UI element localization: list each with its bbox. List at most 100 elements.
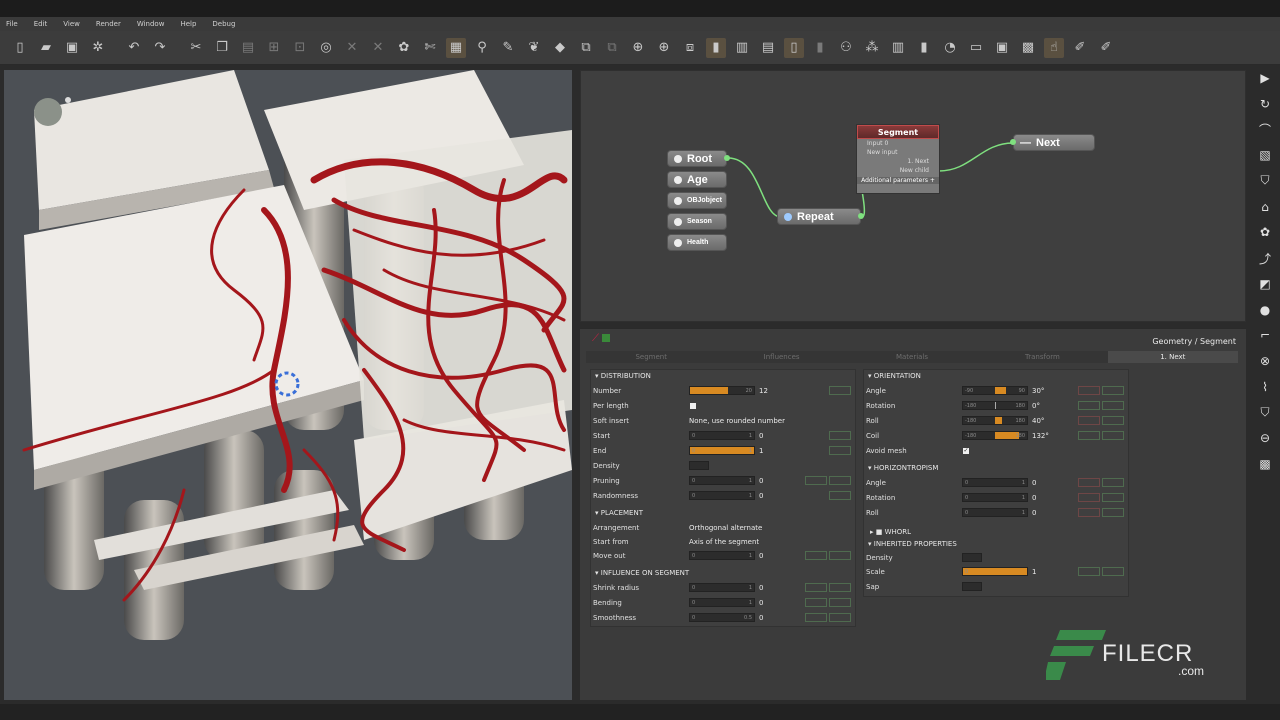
distribution-header[interactable]: ▾ DISTRIBUTION <box>595 372 651 380</box>
save-icon[interactable]: ▣ <box>62 38 82 58</box>
horizontropism-header[interactable]: ▾ HORIZONTROPISM <box>868 464 938 472</box>
start-keyframe[interactable] <box>829 431 851 440</box>
inherited-header[interactable]: ▾ INHERITED PROPERTIES <box>868 540 957 548</box>
gradient-icon[interactable]: ◩ <box>1256 274 1274 294</box>
frame-icon[interactable]: ▭ <box>966 38 986 58</box>
shield-icon[interactable]: ⛉ <box>1256 171 1274 191</box>
end-slider[interactable]: 01 <box>689 446 755 455</box>
tab-influences[interactable]: Influences <box>716 351 846 363</box>
randomness-slider[interactable]: 01 <box>689 491 755 500</box>
pane-icon[interactable]: ▤ <box>758 38 778 58</box>
new-file-icon[interactable]: ▯ <box>10 38 30 58</box>
orient-rotation-key-a[interactable] <box>1078 401 1100 410</box>
figure-icon[interactable]: ▮ <box>810 38 830 58</box>
scissors-icon[interactable]: ✄ <box>420 38 440 58</box>
orient-angle-key-a[interactable] <box>1078 386 1100 395</box>
tab-segment[interactable]: Segment <box>586 351 716 363</box>
start-slider[interactable]: 01 <box>689 431 755 440</box>
lock-icon[interactable]: ⌂ <box>1256 197 1274 217</box>
pin-root-out[interactable] <box>724 155 730 161</box>
tree-icon[interactable]: ✿ <box>394 38 414 58</box>
horiz-roll-key-a[interactable] <box>1078 508 1100 517</box>
inherited-sap-input[interactable] <box>962 582 982 591</box>
inherited-scale-slider[interactable]: 0 <box>962 567 1028 576</box>
pruning-slider[interactable]: 01 <box>689 476 755 485</box>
align-icon[interactable]: ⊞ <box>264 38 284 58</box>
pin-repeat-out[interactable] <box>858 213 864 219</box>
orient-roll-key-a[interactable] <box>1078 416 1100 425</box>
orient-roll-key-b[interactable] <box>1102 416 1124 425</box>
orientation-header[interactable]: ▾ ORIENTATION <box>868 372 921 380</box>
smooth-keyframe-b[interactable] <box>829 613 851 622</box>
menu-debug[interactable]: Debug <box>212 20 235 28</box>
end-keyframe[interactable] <box>829 446 851 455</box>
column-icon[interactable]: ▥ <box>732 38 752 58</box>
menu-help[interactable]: Help <box>180 20 196 28</box>
remove-icon[interactable]: ⊗ <box>1256 351 1274 371</box>
split-icon[interactable]: ⧈ <box>680 38 700 58</box>
bending-keyframe-a[interactable] <box>805 598 827 607</box>
orient-coil-key-a[interactable] <box>1078 431 1100 440</box>
connect-icon[interactable]: ⚇ <box>836 38 856 58</box>
orient-angle-key-b[interactable] <box>1102 386 1124 395</box>
link-icon[interactable]: ⊖ <box>1256 429 1274 449</box>
refresh-icon[interactable]: ↻ <box>1256 94 1274 114</box>
horiz-rotation-key-b[interactable] <box>1102 493 1124 502</box>
node-root[interactable]: Root <box>667 150 727 167</box>
node-health[interactable]: Health <box>667 234 727 251</box>
node-age[interactable]: Age <box>667 171 727 188</box>
move-out-keyframe-a[interactable] <box>805 551 827 560</box>
number-keyframe[interactable] <box>829 386 851 395</box>
horiz-roll-slider[interactable]: 01 <box>962 508 1028 517</box>
bottle-icon[interactable]: ▮ <box>706 37 726 58</box>
curve-icon[interactable]: ⌒ <box>1256 120 1274 140</box>
leaf-icon[interactable]: ❦ <box>524 38 544 58</box>
segment-input0[interactable]: Input 0 <box>857 139 939 148</box>
menu-edit[interactable]: Edit <box>34 20 48 28</box>
tab-next[interactable]: 1. Next <box>1107 351 1239 363</box>
column2-icon[interactable]: ⁂ <box>862 38 882 58</box>
pruning-keyframe-a[interactable] <box>805 476 827 485</box>
shrink-keyframe-b[interactable] <box>829 583 851 592</box>
brush-icon[interactable]: ⚲ <box>472 38 492 58</box>
menu-view[interactable]: View <box>63 20 80 28</box>
grid-icon[interactable]: ▦ <box>446 37 466 58</box>
per-length-checkbox[interactable] <box>690 403 696 409</box>
smooth-keyframe-a[interactable] <box>805 613 827 622</box>
node-next[interactable]: — Next <box>1013 134 1095 151</box>
add-icon[interactable]: ⊕ <box>654 38 674 58</box>
tag-icon[interactable]: ⌐ <box>1256 326 1274 346</box>
shrink-radius-slider[interactable]: 01 <box>689 583 755 592</box>
fit-icon[interactable]: ⊡ <box>290 38 310 58</box>
inherited-density-input[interactable] <box>962 553 982 562</box>
badge-icon[interactable]: ⛉ <box>1256 403 1274 423</box>
arrangement-select[interactable]: Orthogonal alternate <box>689 524 762 532</box>
orientation-roll-slider[interactable]: -180 180 <box>962 416 1028 425</box>
pencil-icon[interactable]: ✎ <box>498 38 518 58</box>
avoid-mesh-checkbox[interactable]: ✓ <box>963 448 969 454</box>
layers-icon[interactable]: ⧉ <box>576 38 596 58</box>
move-out-slider[interactable]: 01 <box>689 551 755 560</box>
node-segment[interactable]: Segment Input 0 New input 1. Next New ch… <box>856 124 940 194</box>
bending-keyframe-b[interactable] <box>829 598 851 607</box>
circle-icon[interactable]: ● <box>1256 300 1274 320</box>
orient-coil-key-b[interactable] <box>1102 431 1124 440</box>
chart-icon[interactable]: ⌇ <box>1256 377 1274 397</box>
wand2-icon[interactable]: ✐ <box>1070 38 1090 58</box>
node-season[interactable]: Season <box>667 213 727 230</box>
film-icon[interactable]: ◔ <box>940 38 960 58</box>
camera2-icon[interactable]: ▣ <box>992 38 1012 58</box>
segment-new-child[interactable]: New child <box>857 166 939 175</box>
pruning-keyframe-b[interactable] <box>829 476 851 485</box>
menu-render[interactable]: Render <box>96 20 121 28</box>
node-graph-panel[interactable]: Root Age OBJobject Season Health Repeat … <box>580 70 1246 322</box>
orientation-coil-slider[interactable]: -180 180 <box>962 431 1028 440</box>
segment-new-input[interactable]: New input <box>857 148 939 157</box>
close-icon[interactable]: ✕ <box>368 38 388 58</box>
pin-next-in[interactable] <box>1010 139 1016 145</box>
fill-icon[interactable]: ◆ <box>550 38 570 58</box>
delete-icon[interactable]: ✕ <box>342 38 362 58</box>
add-node-icon[interactable]: ⊕ <box>628 38 648 58</box>
tab-transform[interactable]: Transform <box>977 351 1107 363</box>
whorl-header[interactable]: ▸ ■ WHORL <box>870 528 911 536</box>
